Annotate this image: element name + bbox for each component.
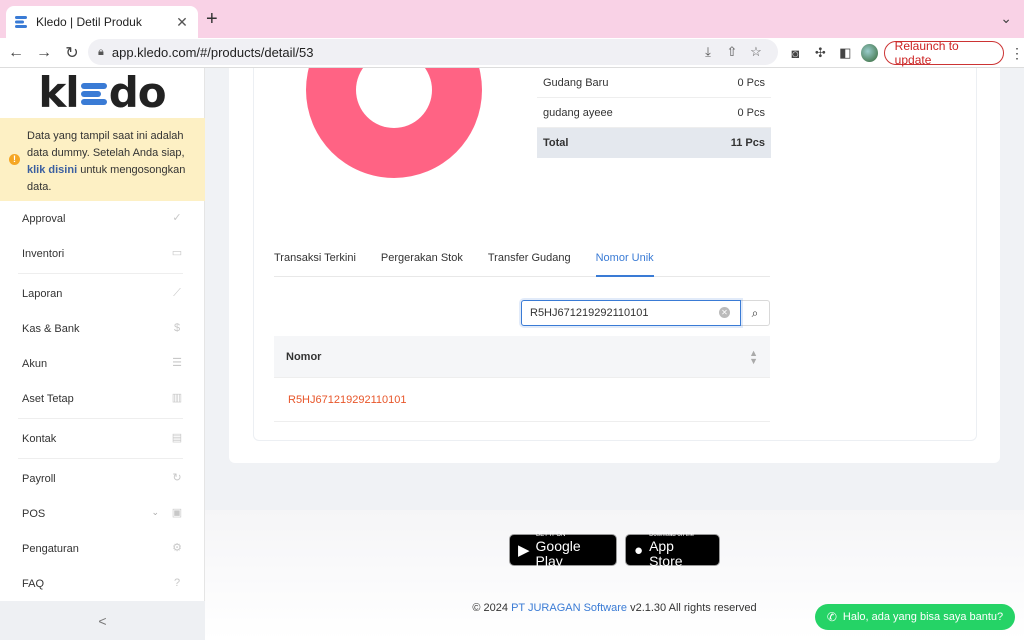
google-play-icon: ▶ — [518, 542, 530, 559]
browser-tabbar: Kledo | Detil Produk ✕ + ⌄ — [0, 0, 1024, 38]
tab-search-chevron-icon[interactable]: ⌄ — [1000, 10, 1012, 27]
table-row: R5HJ671219292110101 — [274, 379, 770, 422]
sidebar-item-akun[interactable]: Akun ☰ — [0, 346, 205, 381]
sidebar-item-laporan[interactable]: Laporan ⟋ — [0, 276, 205, 311]
tab-close-icon[interactable]: ✕ — [174, 14, 190, 31]
total-row: Total 11 Pcs — [537, 128, 771, 158]
sidebar-item-kontak[interactable]: Kontak ▤ — [0, 421, 205, 456]
bookmark-star-icon[interactable]: ☆ — [744, 44, 768, 60]
table-row: Gudang Baru 0 Pcs — [537, 68, 771, 98]
product-detail-panel: Gudang Baru 0 Pcs gudang ayeee 0 Pcs Total… — [253, 68, 977, 441]
whatsapp-chat-button[interactable]: ✆ Halo, ada yang bisa saya bantu? — [815, 604, 1015, 630]
sort-icon[interactable]: ▲ ▼ — [749, 348, 758, 365]
share-icon[interactable]: ⇧ — [720, 44, 744, 60]
chart-icon: ⟋ — [173, 287, 181, 299]
tab-pergerakan-stok[interactable]: Pergerakan Stok — [381, 244, 463, 277]
sidebar-item-pengaturan[interactable]: Pengaturan ⚙ — [0, 531, 205, 566]
chevron-down-icon: ⌄ — [151, 507, 159, 517]
search-button[interactable]: ⌕ — [741, 300, 770, 326]
dollar-icon: $ — [173, 322, 181, 334]
building-icon: ▥ — [171, 392, 183, 404]
whatsapp-icon: ✆ — [826, 610, 837, 624]
clear-data-link[interactable]: klik disini — [27, 164, 77, 176]
product-detail-card: Gudang Baru 0 Pcs gudang ayeee 0 Pcs Total… — [229, 68, 1000, 463]
apple-icon: ● — [634, 541, 644, 559]
extensions-puzzle-icon[interactable]: ✣ — [811, 45, 830, 61]
gears-icon: ⚙ — [172, 542, 182, 554]
reload-icon[interactable]: ↻ — [60, 43, 84, 63]
divider — [18, 418, 183, 419]
more-menu-icon[interactable]: ⋮ — [1010, 45, 1024, 62]
sidepanel-icon[interactable]: ◧ — [836, 45, 855, 61]
logo-wordmark: kl do — [38, 68, 166, 117]
browser-toolbar: ← → ↻ 🔒︎ app.kledo.com/#/products/detail… — [0, 38, 1024, 68]
address-bar[interactable]: 🔒︎ app.kledo.com/#/products/detail/53 ⤓ … — [88, 39, 778, 65]
serial-number-link[interactable]: R5HJ671219292110101 — [288, 394, 406, 406]
kledo-favicon-icon — [15, 16, 27, 28]
lock-icon: 🔒︎ — [98, 45, 104, 58]
serial-search: ✕ ⌕ — [521, 300, 770, 326]
dummy-data-notice: ! Data yang tampil saat ini adalah data … — [0, 118, 205, 201]
search-field-wrap: ✕ — [521, 300, 741, 326]
sidebar-menu: Approval ✓ Inventori ▭ Laporan ⟋ Kas & Bank… — [0, 201, 205, 601]
table-row: gudang ayeee 0 Pcs — [537, 98, 771, 128]
logo-e-icon — [79, 79, 109, 109]
donut-hole — [356, 68, 432, 128]
sidebar-item-approval[interactable]: Approval ✓ — [0, 201, 205, 236]
divider — [18, 273, 183, 274]
warehouse-stock-table: Gudang Baru 0 Pcs gudang ayeee 0 Pcs Total… — [537, 68, 771, 158]
detail-tabs: Transaksi Terkini Pergerakan Stok Transf… — [274, 244, 770, 277]
kledo-logo[interactable]: kl do — [0, 68, 204, 118]
tab-transaksi-terkini[interactable]: Transaksi Terkini — [274, 244, 356, 277]
company-link[interactable]: PT JURAGAN Software — [511, 602, 627, 614]
camera-icon[interactable]: ◙ — [786, 46, 805, 61]
relaunch-button[interactable]: Relaunch to update — [883, 39, 1004, 67]
tab-nomor-unik[interactable]: Nomor Unik — [595, 244, 654, 277]
warning-icon: ! — [9, 154, 20, 165]
contact-card-icon: ▤ — [171, 432, 183, 444]
refresh-icon: ↻ — [172, 472, 182, 484]
sidebar-item-faq[interactable]: FAQ? — [0, 566, 205, 601]
main-content: Gudang Baru 0 Pcs gudang ayeee 0 Pcs Total… — [205, 68, 1024, 640]
sidebar-item-kas-bank[interactable]: Kas & Bank $ — [0, 311, 205, 346]
sidebar-item-pos[interactable]: POS ⌄ ▣ — [0, 496, 205, 531]
app-store-badge[interactable]: ● Download on the App Store — [625, 532, 720, 568]
sidebar-item-inventori[interactable]: Inventori ▭ — [0, 236, 205, 271]
search-icon: ⌕ — [751, 305, 759, 320]
question-icon: ? — [173, 577, 181, 589]
sidebar: kl do ! Data yang tampil saat ini adalah … — [0, 68, 205, 640]
check-icon: ✓ — [172, 212, 182, 224]
url-text[interactable]: app.kledo.com/#/products/detail/53 — [112, 45, 696, 60]
tab-title: Kledo | Detil Produk — [36, 15, 142, 29]
sidebar-collapse-button[interactable]: < — [0, 601, 205, 640]
sidebar-item-payroll[interactable]: Payroll ↻ — [0, 461, 205, 496]
list-icon: ☰ — [172, 357, 182, 369]
stock-donut-chart — [306, 68, 482, 178]
divider — [18, 458, 183, 459]
tab-transfer-gudang[interactable]: Transfer Gudang — [488, 244, 571, 277]
search-input[interactable] — [521, 300, 741, 326]
install-app-icon[interactable]: ⤓ — [696, 44, 720, 60]
google-play-badge[interactable]: ▶ GET IT ON Google Play — [509, 532, 617, 568]
profile-avatar[interactable] — [860, 44, 878, 62]
forward-arrow-icon[interactable]: → — [32, 44, 56, 62]
briefcase-icon: ▭ — [171, 247, 183, 259]
browser-tab[interactable]: Kledo | Detil Produk ✕ — [6, 6, 198, 38]
new-tab-button[interactable]: + — [206, 9, 218, 29]
pos-icon: ▣ — [171, 507, 183, 519]
sidebar-item-aset-tetap[interactable]: Aset Tetap ▥ — [0, 381, 205, 416]
chevron-left-icon: < — [98, 612, 107, 629]
clear-icon[interactable]: ✕ — [719, 307, 730, 318]
nomor-column-header[interactable]: Nomor ▲ ▼ — [274, 336, 770, 378]
back-arrow-icon[interactable]: ← — [4, 44, 28, 62]
